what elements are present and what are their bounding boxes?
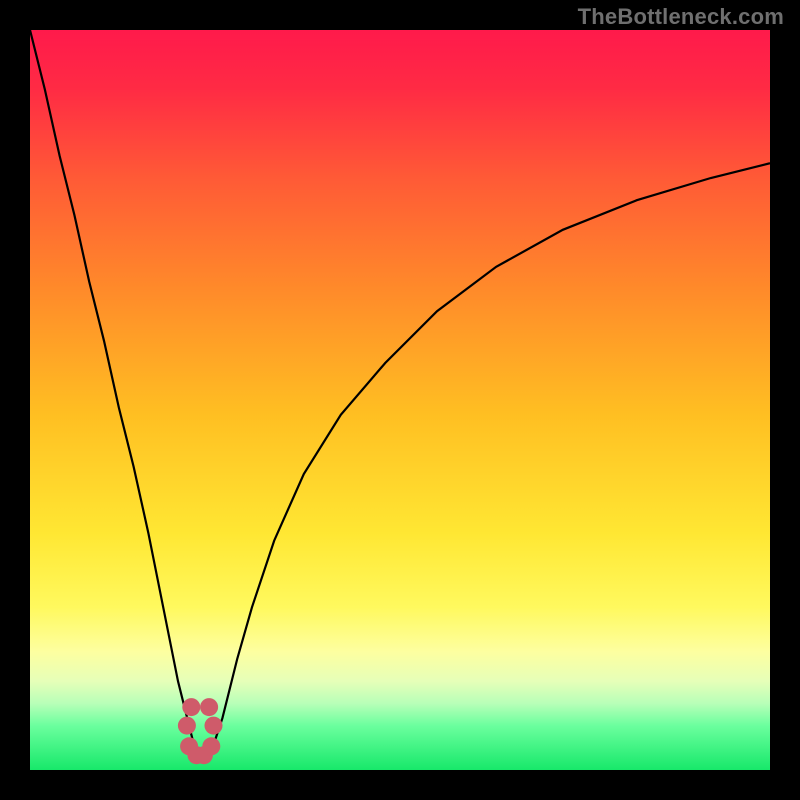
minimum-marker-dot bbox=[200, 698, 218, 716]
outer-frame: TheBottleneck.com bbox=[0, 0, 800, 800]
plot-area bbox=[30, 30, 770, 770]
minimum-marker-dot bbox=[182, 698, 200, 716]
minimum-marker-dot bbox=[178, 717, 196, 735]
gradient-background bbox=[30, 30, 770, 770]
minimum-marker-dot bbox=[202, 737, 220, 755]
chart-svg bbox=[30, 30, 770, 770]
minimum-marker-dot bbox=[205, 717, 223, 735]
watermark-text: TheBottleneck.com bbox=[578, 4, 784, 30]
